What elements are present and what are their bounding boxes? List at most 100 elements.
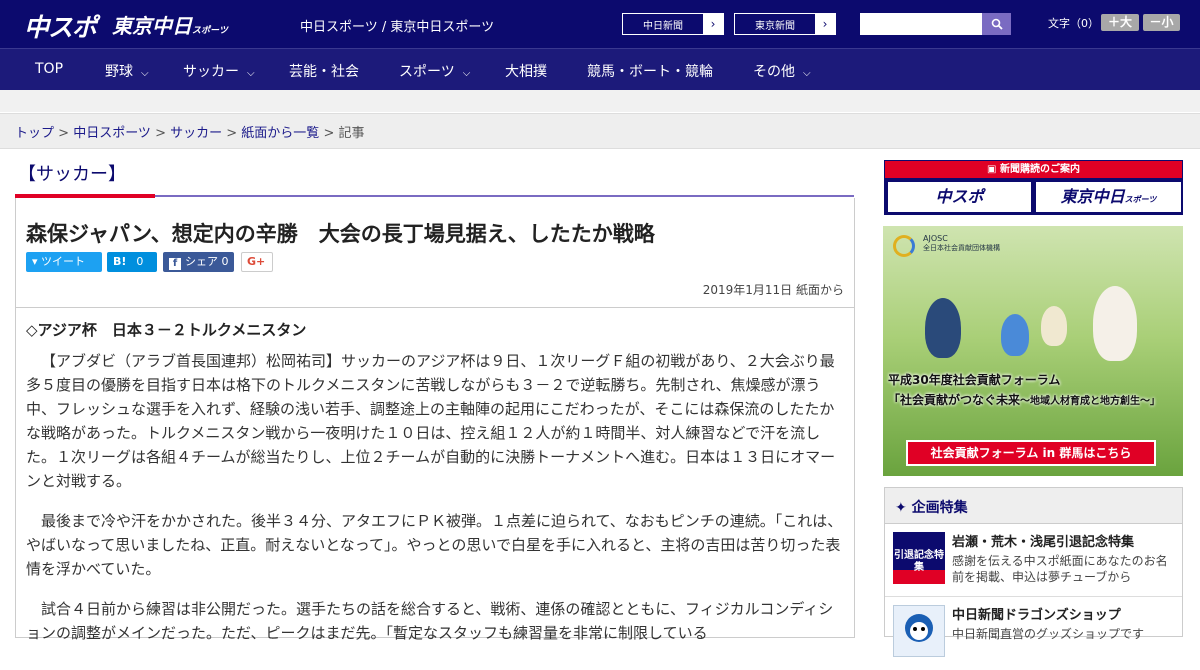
subscribe-tokyo-small: スポーツ (1124, 195, 1157, 204)
dragons-mascot-thumbnail (893, 605, 945, 657)
chunichi-shimbun-link[interactable]: 中日新聞 › (622, 13, 724, 35)
person-figure (1093, 286, 1137, 361)
thumb-label: 引退記念特集 (894, 550, 944, 573)
article-divider (16, 307, 854, 308)
feature-item[interactable]: 引退記念特集 岩瀬・荒木・浅尾引退記念特集 感謝を伝える中スポ紙面にあなたのお名… (885, 525, 1182, 597)
facebook-icon: f (169, 258, 181, 270)
ad-headline: 平成30年度社会貢献フォーラム (888, 373, 1061, 387)
ad-subheadline-small: ～地域人材育成と地方創生～」 (1020, 396, 1161, 407)
ad-subheadline-main: 「社会貢献がつなぐ未来 (888, 393, 1021, 407)
feature-title: 岩瀬・荒木・浅尾引退記念特集 (952, 535, 1135, 550)
breadcrumb: トップ > 中日スポーツ > サッカー > 紙面から一覧 > 記事 (0, 113, 1200, 149)
search-button[interactable] (982, 13, 1011, 35)
facebook-share-button[interactable]: f シェア 0 (163, 252, 234, 272)
site-name: 中日スポーツ / 東京中日スポーツ (300, 20, 495, 35)
breadcrumb-sep: > (54, 126, 74, 141)
feature-box: ✦ 企画特集 引退記念特集 岩瀬・荒木・浅尾引退記念特集 感謝を伝える中スポ紙面… (884, 487, 1183, 657)
tokyo-shimbun-link[interactable]: 東京新聞 › (734, 13, 836, 35)
newspaper-icon: ▣ (987, 164, 1000, 175)
nav-top[interactable]: TOP (35, 61, 63, 77)
category-heading: 【サッカー】 (18, 164, 126, 185)
person-figure (1001, 314, 1029, 356)
nav-baseball[interactable]: 野球 ⌵ (105, 61, 149, 81)
breadcrumb-sep: > (150, 126, 171, 141)
forum-cta-button[interactable]: 社会貢献フォーラム in 群馬はこちら (906, 440, 1156, 466)
ad-org-name: AJOSC (923, 234, 948, 243)
person-figure (925, 298, 961, 358)
nav-label: スポーツ (399, 64, 455, 80)
feature-item[interactable]: 中日新聞ドラゴンズショップ 中日新聞直営のグッズショップです (885, 598, 1182, 670)
nav-other[interactable]: その他 ⌵ (753, 61, 811, 81)
chuspo-logo[interactable]: 中スポ (24, 8, 97, 44)
subscription-banner[interactable]: ▣ 新聞購読のご案内 中スポ 東京中日スポーツ (884, 160, 1183, 215)
nav-label: 競馬・ボート・競輪 (587, 64, 713, 80)
nav-label: サッカー (183, 64, 239, 80)
subscribe-tokyo-chunichi-link[interactable]: 東京中日スポーツ (1036, 182, 1181, 212)
person-figure (1041, 306, 1067, 346)
nav-soccer[interactable]: サッカー ⌵ (183, 61, 255, 81)
nav-label: その他 (753, 64, 795, 80)
font-larger-button[interactable]: ＋大 (1101, 14, 1139, 31)
tweet-label: ツイート (41, 255, 86, 268)
nav-label: 芸能・社会 (289, 64, 359, 80)
twitter-icon: ▾ (32, 255, 42, 268)
article-date: 2019年1月11日 紙面から (702, 283, 844, 297)
tweet-button[interactable]: ▾ ツイート (26, 252, 102, 272)
nav-label: 大相撲 (505, 64, 547, 80)
breadcrumb-chunichi-sports[interactable]: 中日スポーツ (73, 126, 151, 141)
breadcrumb-list[interactable]: 紙面から一覧 (241, 126, 319, 141)
hatena-count: 0 (136, 255, 144, 268)
logo-sub-text: 東京中日 (112, 14, 192, 38)
facebook-share-label: シェア (185, 255, 218, 268)
ajosc-logo-icon (893, 235, 915, 257)
breadcrumb-current: 記事 (338, 126, 365, 141)
font-smaller-button[interactable]: －小 (1143, 14, 1180, 31)
header-spacer (0, 90, 1200, 112)
nav-sumo[interactable]: 大相撲 (505, 61, 547, 81)
chunichi-shimbun-label: 中日新聞 (643, 20, 683, 32)
nav-label: 野球 (105, 64, 133, 80)
subscription-header: ▣ 新聞購読のご案内 (885, 161, 1182, 178)
gplus-button[interactable]: G+ (241, 252, 273, 272)
chevron-down-icon: ⌵ (247, 68, 255, 79)
tokyo-chunichi-logo[interactable]: 東京中日スポーツ (112, 10, 228, 39)
breadcrumb-sep: > (222, 126, 242, 141)
forum-ad-banner[interactable]: AJOSC 全日本社会貢献団体機構 平成30年度社会貢献フォーラム 「社会貢献が… (883, 226, 1183, 476)
chevron-down-icon: ⌵ (803, 68, 811, 79)
breadcrumb-soccer[interactable]: サッカー (170, 126, 222, 141)
feature-title: 中日新聞ドラゴンズショップ (952, 608, 1121, 623)
ribbon-icon: ✦ (895, 500, 912, 516)
chevron-down-icon: ⌵ (141, 68, 149, 79)
arrow-icon: › (703, 14, 723, 34)
logo-sub-small: スポーツ (192, 26, 228, 36)
nav-sports[interactable]: スポーツ ⌵ (399, 61, 470, 81)
article-paragraph: 最後まで冷や汗をかかされた。後半３４分、アタエフにＰＫ被弾。１点差に迫られて、な… (26, 512, 843, 578)
tokyo-shimbun-label: 東京新聞 (755, 20, 795, 32)
article-title: 森保ジャパン、想定内の辛勝 大会の長丁場見据え、したたか戦略 (26, 222, 655, 246)
arrow-icon: › (815, 14, 835, 34)
article-subtitle: ◇アジア杯 日本３－２トルクメニスタン (26, 321, 307, 339)
hatena-icon: B! (113, 255, 127, 268)
category-underline-purple (155, 195, 854, 197)
nav-racing[interactable]: 競馬・ボート・競輪 (587, 61, 713, 81)
feature-header: ✦ 企画特集 (885, 488, 1182, 524)
font-size-label: 文字（0） (1048, 17, 1099, 30)
nav-label: TOP (35, 61, 64, 77)
breadcrumb-top[interactable]: トップ (15, 126, 54, 141)
feature-desc: 中日新聞直営のグッズショップです (952, 627, 1145, 641)
retirement-feature-thumbnail: 引退記念特集 (893, 532, 945, 584)
site-header: 中スポ 東京中日スポーツ 中日スポーツ / 東京中日スポーツ 中日新聞 › 東京新… (0, 0, 1200, 48)
article: 森保ジャパン、想定内の辛勝 大会の長丁場見据え、したたか戦略 ▾ ツイート B!… (15, 198, 855, 642)
ad-org-subname: 全日本社会貢献団体機構 (923, 244, 1000, 252)
subscribe-tokyo-label: 東京中日 (1060, 187, 1125, 206)
main-nav: TOP 野球 ⌵ サッカー ⌵ 芸能・社会 スポーツ ⌵ 大相撲 競馬・ボート・競輪 … (0, 48, 1200, 90)
hatena-button[interactable]: B! 0 (107, 252, 157, 272)
nav-entertainment[interactable]: 芸能・社会 (289, 61, 359, 81)
breadcrumb-sep: > (319, 126, 339, 141)
ad-subheadline: 「社会貢献がつなぐ未来～地域人材育成と地方創生～」 (888, 391, 1160, 408)
feature-header-label: 企画特集 (911, 500, 968, 516)
feature-desc: 感謝を伝える中スポ紙面にあなたのお名前を掲載、申込は夢チューブから (952, 554, 1168, 584)
subscribe-chuspo-link[interactable]: 中スポ (888, 182, 1031, 212)
chevron-down-icon: ⌵ (462, 68, 471, 79)
facebook-count: 0 (221, 255, 229, 268)
